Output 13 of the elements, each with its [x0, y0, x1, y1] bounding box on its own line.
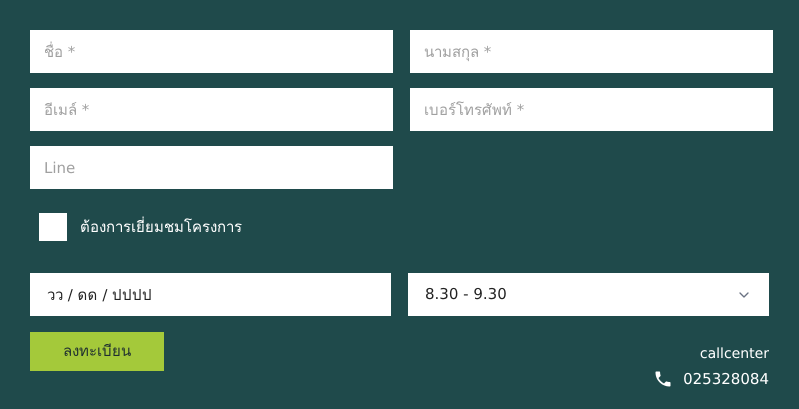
- phone-number: 025328084: [683, 369, 769, 390]
- time-select[interactable]: 8.30 - 9.30: [408, 273, 769, 316]
- callcenter-label: callcenter: [700, 345, 769, 364]
- input-field[interactable]: อีเมล์ *: [30, 88, 393, 131]
- input-field[interactable]: นามสกุล *: [410, 30, 773, 73]
- checkbox-label: ต้องการเยี่ยมชมโครงการ: [80, 216, 242, 238]
- input-field[interactable]: ชื่อ *: [30, 30, 393, 73]
- input-field[interactable]: เบอร์โทรศัพท์ *: [410, 88, 773, 131]
- register-button[interactable]: ลงทะเบียน: [30, 332, 164, 371]
- phone-icon: [653, 369, 674, 390]
- date-field[interactable]: วว / ดด / ปปปป: [30, 273, 391, 316]
- input-field[interactable]: Line: [30, 146, 393, 189]
- checkbox[interactable]: [39, 213, 67, 241]
